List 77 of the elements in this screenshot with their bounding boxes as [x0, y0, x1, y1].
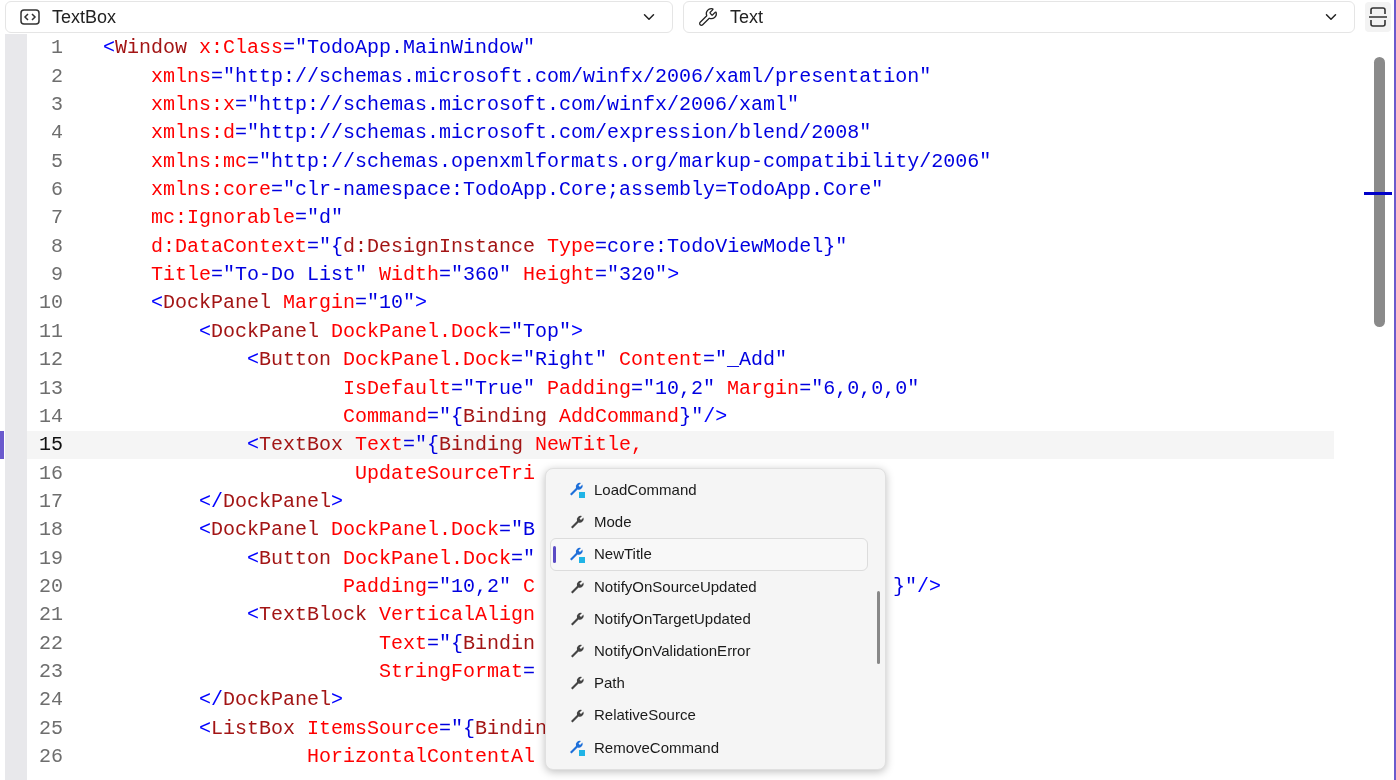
code-text: }"/>	[893, 575, 942, 598]
line-number: 12	[38, 347, 63, 374]
completion-item[interactable]: RelativeSource	[550, 699, 868, 732]
code-line: HorizontalContentAl	[306, 744, 536, 771]
code-icon	[20, 9, 40, 25]
code-line: Padding="10,2" C	[342, 574, 536, 600]
code-line: </DockPanel>	[198, 687, 344, 714]
line-number: 19	[38, 545, 63, 572]
code-line: <Button DockPanel.Dock="Right" Content="_Add"	[246, 347, 788, 374]
line-number: 2	[50, 63, 63, 90]
line-number: 6	[50, 177, 63, 203]
code-line: </DockPanel>	[198, 488, 344, 515]
code-line: StringFormat=	[378, 659, 536, 686]
code-line: Title="To-Do List" Width="360" Height="320">	[150, 262, 680, 289]
completion-item[interactable]: NotifyOnValidationError	[550, 635, 868, 668]
line-number: 16	[38, 460, 63, 487]
line-number: 17	[38, 488, 63, 515]
code-line: <Window x:Class="TodoApp.MainWindow"	[103, 35, 536, 62]
completion-item[interactable]: NotifyOnTargetUpdated	[550, 602, 868, 636]
code-line: xmlns="http://schemas.microsoft.com/winfx/2006/xaml/presentation"	[150, 63, 932, 90]
code-line: xmlns:core="clr-namespace:TodoApp.Core;assembly=TodoApp.Core"	[150, 177, 884, 203]
code-line: IsDefault="True" Padding="10,2" Margin="6,0,0,0"	[342, 375, 920, 402]
line-number: 5	[50, 148, 63, 175]
completion-item[interactable]: Mode	[550, 506, 868, 539]
code-line: <Button DockPanel.Dock="	[246, 545, 536, 572]
completion-item[interactable]: NewTitle	[550, 538, 868, 571]
completion-item[interactable]: LoadCommand	[550, 474, 868, 507]
line-number: 21	[38, 602, 63, 629]
code-line: Text="{Bindin	[378, 630, 536, 657]
line-number: 3	[50, 91, 63, 118]
completion-item[interactable]: RemoveCommand	[550, 731, 868, 764]
line-number: 15	[38, 432, 63, 459]
wrench-icon	[698, 7, 719, 27]
line-number: 4	[50, 120, 63, 147]
split-icon	[1368, 6, 1389, 28]
line-number: 10	[38, 290, 63, 317]
line-number: 13	[38, 375, 63, 402]
completion-item[interactable]: Path	[550, 667, 868, 700]
wrench-icon	[569, 707, 585, 724]
line-number: 7	[50, 205, 63, 232]
split-view-button[interactable]	[1365, 2, 1391, 32]
completion-item[interactable]: NotifyOnSourceUpdated	[550, 570, 868, 603]
element-dropdown[interactable]: TextBox	[5, 1, 674, 33]
line-number: 26	[38, 744, 63, 771]
code-line: xmlns:mc="http://schemas.openxmlformats.org/markup-compatibility/2006"	[150, 148, 992, 175]
wrench-icon	[569, 675, 585, 692]
wrench-icon	[569, 514, 585, 531]
wrench-icon	[569, 578, 585, 595]
line-number: 11	[38, 318, 63, 345]
code-line: <DockPanel Margin="10">	[150, 290, 428, 317]
code-line: xmlns:x="http://schemas.microsoft.com/winfx/2006/xaml"	[150, 91, 800, 118]
wrench-icon	[569, 611, 585, 627]
popup-scrollbar-thumb[interactable]	[877, 591, 880, 664]
line-number: 14	[38, 403, 63, 430]
code-line: Command="{Binding AddCommand}"/>	[342, 403, 728, 430]
scrollbar-thumb[interactable]	[1374, 57, 1385, 327]
member-dropdown[interactable]: Text	[683, 1, 1356, 33]
code-line: mc:Ignorable="d"	[150, 205, 344, 232]
wrench-icon	[569, 643, 585, 660]
line-number: 8	[50, 233, 63, 260]
code-line: <TextBlock VerticalAlign	[246, 602, 536, 629]
line-number: 9	[50, 262, 63, 289]
line-number: 24	[38, 687, 63, 714]
line-number: 23	[38, 659, 63, 686]
scroll-marker	[1364, 192, 1392, 195]
line-number: 25	[38, 715, 63, 742]
code-line: d:DataContext="{d:DesignInstance Type=core:TodoViewModel}"	[150, 233, 848, 260]
line-number: 18	[38, 517, 63, 544]
code-line: <DockPanel DockPanel.Dock="Top">	[198, 318, 584, 345]
line-number: 20	[38, 574, 63, 600]
code-line: <DockPanel DockPanel.Dock="B	[198, 517, 536, 544]
code-line: <ListBox ItemsSource="{Bindin	[198, 715, 548, 742]
code-line: <TextBox Text="{Binding NewTitle,	[246, 432, 644, 459]
line-number: 1	[50, 35, 63, 62]
code-line: UpdateSourceTri	[354, 460, 536, 487]
code-line: xmlns:d="http://schemas.microsoft.com/expression/blend/2008"	[150, 120, 872, 147]
line-number: 22	[38, 630, 63, 657]
